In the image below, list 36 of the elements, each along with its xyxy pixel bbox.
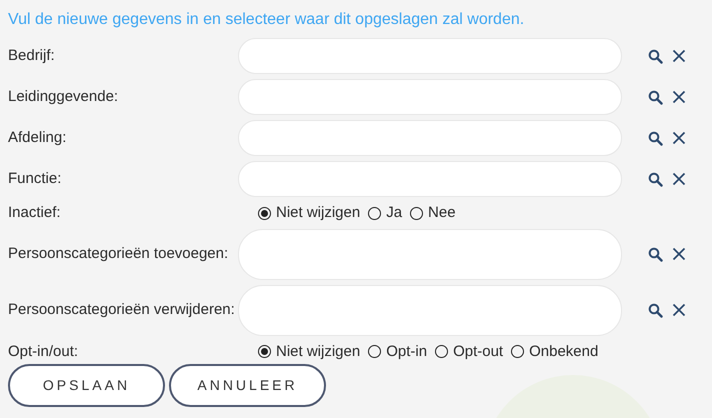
close-icon[interactable]: [672, 130, 686, 144]
input-field[interactable]: [238, 284, 622, 336]
radio-option[interactable]: Opt-in: [368, 340, 428, 363]
radio-option[interactable]: Onbekend: [511, 340, 598, 363]
input-field[interactable]: [238, 120, 622, 156]
radio-option[interactable]: Niet wijzigen: [258, 340, 360, 363]
field-label: Persoonscategorieën verwijderen:: [8, 302, 236, 318]
input-field[interactable]: [238, 79, 622, 115]
field-label: Persoonscategorieën toevoegen:: [8, 246, 230, 262]
field-label: Inactief:: [8, 205, 62, 222]
close-icon[interactable]: [672, 302, 686, 316]
instruction-text: Vul de nieuwe gegevens in en selecteer waar dit opgeslagen zal worden.: [8, 10, 526, 30]
search-icon[interactable]: [648, 246, 663, 262]
search-icon[interactable]: [648, 130, 663, 146]
radio-option[interactable]: Opt-out: [435, 340, 504, 363]
search-icon[interactable]: [648, 48, 663, 64]
search-icon[interactable]: [648, 172, 663, 186]
radio-option[interactable]: Ja: [368, 202, 402, 224]
field-label: Leidinggevende:: [8, 89, 120, 105]
save-button[interactable]: OPSLAAN: [8, 364, 165, 407]
close-icon[interactable]: [672, 246, 686, 260]
cancel-button[interactable]: ANNULEER: [169, 364, 326, 407]
field-label: Opt-in/out:: [8, 344, 80, 360]
radio-option[interactable]: Niet wijzigen: [258, 202, 360, 224]
field-label: Functie:: [8, 171, 62, 187]
field-label: Bedrijf:: [8, 48, 56, 64]
input-field[interactable]: [238, 161, 622, 197]
close-icon[interactable]: [672, 48, 686, 62]
close-icon[interactable]: [672, 172, 686, 186]
input-field[interactable]: [238, 38, 622, 74]
radio-option[interactable]: Nee: [410, 202, 456, 224]
field-label: Afdeling:: [8, 130, 68, 146]
input-field[interactable]: [238, 228, 622, 280]
search-icon[interactable]: [648, 302, 663, 318]
close-icon[interactable]: [672, 90, 686, 104]
search-icon[interactable]: [648, 90, 663, 104]
